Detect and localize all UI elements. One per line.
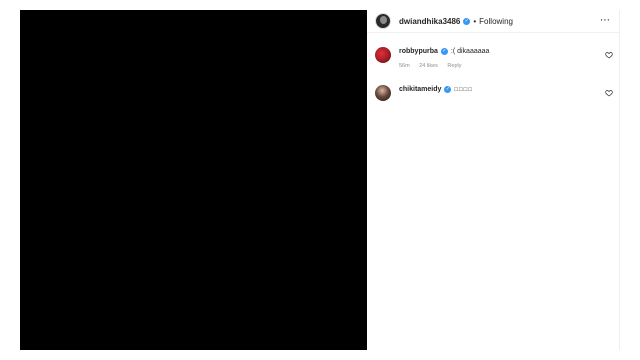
commenter-avatar[interactable] — [375, 85, 391, 101]
author-avatar[interactable] — [375, 13, 391, 29]
like-heart-icon[interactable] — [605, 89, 613, 97]
comments-panel: dwiandhika3486 ✓ • Following ⋯ robbypurb… — [367, 10, 620, 350]
commenter-avatar[interactable] — [375, 47, 391, 63]
comment-likes[interactable]: 24 likes — [419, 63, 438, 69]
comment-item: chikitameidy ✓ □□□□ — [375, 85, 613, 101]
comment-time: 56m — [399, 63, 410, 69]
comment-username[interactable]: chikitameidy — [399, 86, 441, 93]
verified-icon: ✓ — [444, 85, 452, 93]
reply-button[interactable]: Reply — [447, 63, 461, 69]
separator-dot: • — [473, 16, 477, 26]
verified-icon: ✓ — [440, 47, 448, 55]
more-options-icon[interactable]: ⋯ — [600, 16, 611, 26]
comment-text: :( dikaaaaaa — [450, 48, 490, 55]
like-heart-icon[interactable] — [605, 51, 613, 59]
comment-item: robbypurba ✓:( dikaaaaaa 56m 24 likes Rep… — [375, 47, 613, 69]
comment-text: □□□□ — [454, 87, 473, 93]
post-header: dwiandhika3486 ✓ • Following ⋯ — [367, 10, 619, 33]
comment-meta: 56m 24 likes Reply — [399, 63, 605, 69]
comment-username[interactable]: robbypurba — [399, 48, 438, 55]
verified-icon: ✓ — [463, 17, 471, 25]
author-username[interactable]: dwiandhika3486 — [399, 17, 460, 26]
post-image[interactable] — [20, 10, 367, 350]
following-button[interactable]: Following — [479, 17, 513, 26]
